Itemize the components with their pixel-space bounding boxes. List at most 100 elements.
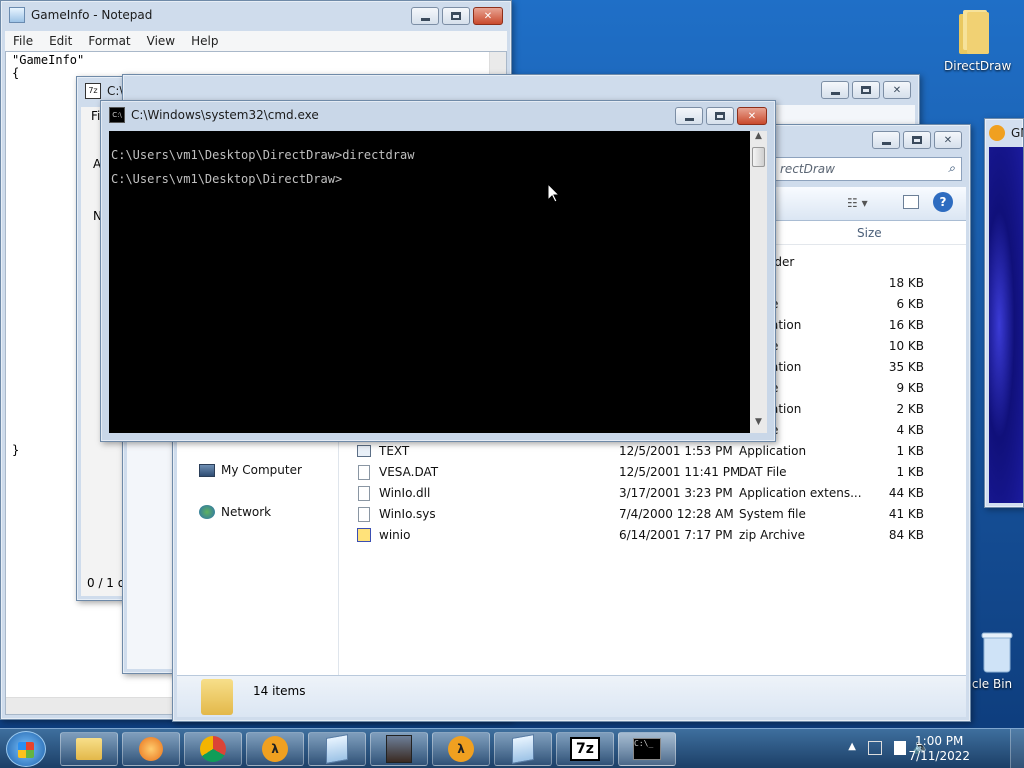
- view-options-icon[interactable]: ☷ ▾: [847, 196, 868, 210]
- close-button[interactable]: ✕: [934, 131, 962, 149]
- zip-archive-icon: [357, 528, 371, 542]
- maximize-button[interactable]: [852, 81, 880, 99]
- cmd-window[interactable]: C:\ C:\Windows\system32\cmd.exe ✕ C:\Use…: [100, 100, 776, 442]
- taskbar-cmd[interactable]: C:\_: [618, 732, 676, 766]
- application-icon: [357, 445, 371, 457]
- taskbar-explorer[interactable]: [60, 732, 118, 766]
- close-button[interactable]: ✕: [473, 7, 503, 25]
- table-row[interactable]: TEXT 12/5/2001 1:53 PM Application 1 KB: [339, 441, 966, 462]
- file-icon: [358, 465, 370, 480]
- taskbar-half-life[interactable]: λ: [432, 732, 490, 766]
- menu-help[interactable]: Help: [183, 34, 226, 48]
- cmd-icon: C:\_: [633, 738, 661, 760]
- menu-edit[interactable]: Edit: [41, 34, 80, 48]
- minimize-button[interactable]: [675, 107, 703, 125]
- half-life-window[interactable]: GN: [984, 118, 1024, 508]
- notepad-icon: [326, 734, 348, 764]
- action-center-icon[interactable]: [894, 741, 906, 755]
- taskbar-half-life-2[interactable]: λ: [246, 732, 304, 766]
- console-line: C:\Users\vm1\Desktop\DirectDraw>: [111, 172, 343, 186]
- taskbar-7zip[interactable]: 7z: [556, 732, 614, 766]
- item-count: 14 items: [253, 684, 306, 698]
- preview-pane-icon[interactable]: [903, 195, 919, 209]
- editor-line: "GameInfo": [12, 53, 85, 67]
- maximize-button[interactable]: [442, 7, 470, 25]
- menu-bar: File Edit Format View Help: [5, 31, 507, 51]
- table-row[interactable]: WinIo.sys 7/4/2000 12:28 AM System file …: [339, 504, 966, 525]
- file-type: DAT File: [739, 465, 787, 479]
- scroll-thumb[interactable]: [752, 147, 765, 167]
- window-title: GN: [1011, 126, 1023, 140]
- file-name: TEXT: [379, 444, 410, 458]
- nav-item-label: My Computer: [221, 463, 302, 477]
- file-size: 1 KB: [896, 465, 924, 479]
- file-type: Application extens...: [739, 486, 862, 500]
- table-row[interactable]: VESA.DAT 12/5/2001 11:41 PM DAT File 1 K…: [339, 462, 966, 483]
- file-size: 18 KB: [888, 276, 924, 290]
- nav-item-label: Network: [221, 505, 272, 519]
- half-life-icon: λ: [448, 736, 474, 762]
- desktop-icon-directdraw[interactable]: DirectDraw: [944, 6, 1011, 73]
- taskbar-notepad-2[interactable]: [494, 732, 552, 766]
- minimize-icon: [830, 91, 840, 95]
- scroll-down-arrow[interactable]: ▼: [750, 417, 767, 433]
- file-size: 35 KB: [888, 360, 924, 374]
- nav-item-my-computer[interactable]: My Computer: [199, 463, 302, 477]
- minimize-icon: [684, 117, 694, 121]
- file-type: System file: [739, 507, 806, 521]
- system-clock[interactable]: 1:00 PM 7/11/2022: [908, 734, 970, 764]
- minimize-button[interactable]: [411, 7, 439, 25]
- start-button[interactable]: [6, 731, 46, 767]
- maximize-button[interactable]: [706, 107, 734, 125]
- dll-icon: [358, 486, 370, 501]
- network-icon: [199, 505, 215, 519]
- scroll-up-arrow[interactable]: ▲: [750, 131, 767, 147]
- taskbar-game[interactable]: [370, 732, 428, 766]
- maximize-button[interactable]: [903, 131, 931, 149]
- maximize-icon: [861, 86, 871, 94]
- menu-file[interactable]: File: [5, 34, 41, 48]
- file-date: 12/5/2001 1:53 PM: [619, 444, 733, 458]
- game-portrait-icon: [386, 735, 412, 763]
- address-bar[interactable]: rectDraw ⌕: [773, 157, 962, 181]
- show-desktop-button[interactable]: [1010, 729, 1024, 768]
- search-icon[interactable]: ⌕: [948, 161, 955, 176]
- minimize-icon: [420, 17, 430, 21]
- minimize-button[interactable]: [821, 81, 849, 99]
- nav-item-network[interactable]: Network: [199, 505, 271, 519]
- mouse-cursor-icon: [547, 182, 561, 206]
- vertical-scrollbar[interactable]: ▲ ▼: [750, 131, 767, 433]
- file-size: 41 KB: [888, 507, 924, 521]
- help-icon[interactable]: ?: [933, 192, 953, 212]
- file-size: 2 KB: [896, 402, 924, 416]
- table-row[interactable]: WinIo.dll 3/17/2001 3:23 PM Application …: [339, 483, 966, 504]
- game-viewport: [989, 147, 1023, 503]
- show-hidden-icons[interactable]: ▲: [848, 741, 856, 752]
- file-date: 3/17/2001 3:23 PM: [619, 486, 733, 500]
- menu-view[interactable]: View: [139, 34, 183, 48]
- folder-icon: [959, 10, 989, 54]
- file-size: 1 KB: [896, 444, 924, 458]
- file-date: 6/14/2001 7:17 PM: [619, 528, 733, 542]
- window-titlebar[interactable]: GN: [985, 119, 1023, 147]
- network-tray-icon[interactable]: [868, 741, 882, 755]
- file-size: 6 KB: [896, 297, 924, 311]
- system-file-icon: [358, 507, 370, 522]
- menu-format[interactable]: Format: [80, 34, 138, 48]
- window-titlebar[interactable]: C:\ C:\Windows\system32\cmd.exe: [101, 101, 775, 129]
- close-icon: ✕: [943, 134, 953, 146]
- taskbar-chrome[interactable]: [184, 732, 242, 766]
- minimize-button[interactable]: [872, 131, 900, 149]
- table-row[interactable]: winio 6/14/2001 7:17 PM zip Archive 84 K…: [339, 525, 966, 546]
- close-button[interactable]: ✕: [883, 81, 911, 99]
- console-line: C:\Users\vm1\Desktop\DirectDraw>directdr…: [111, 148, 415, 162]
- taskbar-notepad[interactable]: [308, 732, 366, 766]
- file-size: 9 KB: [896, 381, 924, 395]
- close-button[interactable]: ✕: [737, 107, 767, 125]
- console-output[interactable]: C:\Users\vm1\Desktop\DirectDraw>directdr…: [109, 131, 750, 433]
- file-size: 44 KB: [888, 486, 924, 500]
- address-text: rectDraw: [780, 162, 835, 176]
- taskbar-media-player[interactable]: [122, 732, 180, 766]
- column-size[interactable]: Size: [857, 226, 882, 240]
- maximize-icon: [715, 112, 725, 120]
